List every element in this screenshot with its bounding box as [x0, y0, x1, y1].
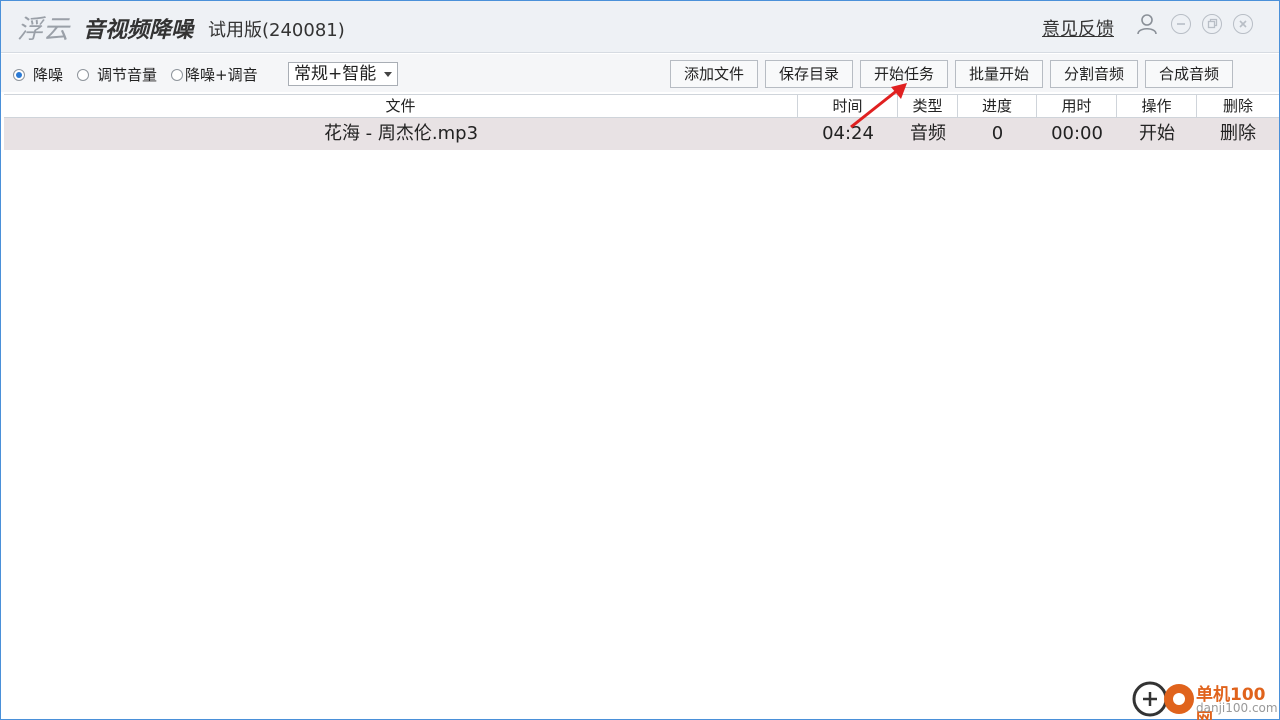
header-progress[interactable]: 进度 [958, 95, 1037, 117]
radio-label: 降噪 [33, 66, 64, 84]
radio-indicator [77, 68, 90, 81]
header-del[interactable]: 删除 [1197, 95, 1279, 117]
title-bar: 浮云 音视频降噪 试用版(240081) 意见反馈 [1, 1, 1279, 53]
add-file-button[interactable]: 添加文件 [670, 60, 758, 88]
merge-audio-button[interactable]: 合成音频 [1145, 60, 1233, 88]
watermark-url: danji100.com [1196, 701, 1278, 715]
file-table: 文件 时间 类型 进度 用时 操作 删除 花海 - 周杰伦.mp3 04:24 … [4, 94, 1279, 150]
radio-indicator [171, 68, 184, 81]
toolbar: 降噪 调节音量 降噪+调音 常规+智能 添加文件 保存目录 开始任务 批量开始 … [1, 54, 1279, 92]
table-row[interactable]: 花海 - 周杰伦.mp3 04:24 音频 0 00:00 开始 删除 [4, 118, 1279, 150]
maximize-button[interactable] [1202, 14, 1222, 34]
radio-adjust-volume[interactable]: 调节音量 [77, 64, 157, 85]
split-audio-button[interactable]: 分割音频 [1050, 60, 1138, 88]
radio-denoise[interactable]: 降噪 [13, 64, 63, 85]
cell-progress: 0 [991, 123, 1004, 144]
brand-logo-text: 浮云 [17, 15, 70, 45]
radio-label: 降噪+调音 [185, 66, 258, 84]
restore-icon [1207, 18, 1218, 29]
radio-label: 调节音量 [97, 66, 158, 84]
mode-select-dropdown[interactable]: 常规+智能 [288, 62, 398, 86]
start-row-button[interactable]: 开始 [1117, 118, 1197, 150]
app-name: 音视频降噪 [83, 18, 194, 43]
close-button[interactable] [1233, 14, 1253, 34]
mode-radio-group: 降噪 调节音量 降噪+调音 [13, 64, 258, 85]
close-icon [1239, 20, 1247, 28]
chevron-down-icon [384, 72, 392, 77]
radio-indicator [13, 68, 25, 81]
header-used[interactable]: 用时 [1037, 95, 1117, 117]
radio-denoise-adjust[interactable]: 降噪+调音 [171, 64, 258, 85]
feedback-link[interactable]: 意见反馈 [1042, 15, 1114, 41]
annotation-arrow-icon [850, 83, 907, 129]
delete-row-button[interactable]: 删除 [1197, 118, 1279, 150]
header-op[interactable]: 操作 [1117, 95, 1197, 117]
minimize-icon [1177, 23, 1185, 25]
cell-used: 00:00 [1051, 123, 1103, 144]
cell-file: 花海 - 周杰伦.mp3 [323, 123, 479, 144]
table-header: 文件 时间 类型 进度 用时 操作 删除 [4, 94, 1279, 118]
header-file[interactable]: 文件 [4, 95, 798, 117]
mode-select-value: 常规+智能 [294, 64, 377, 84]
minimize-button[interactable] [1171, 14, 1191, 34]
user-icon[interactable] [1137, 13, 1157, 35]
save-dir-button[interactable]: 保存目录 [765, 60, 853, 88]
version-label: 试用版(240081) [208, 20, 345, 41]
batch-start-button[interactable]: 批量开始 [955, 60, 1043, 88]
app-window: 浮云 音视频降噪 试用版(240081) 意见反馈 降噪 调节音量 降噪+调音 … [0, 0, 1280, 720]
